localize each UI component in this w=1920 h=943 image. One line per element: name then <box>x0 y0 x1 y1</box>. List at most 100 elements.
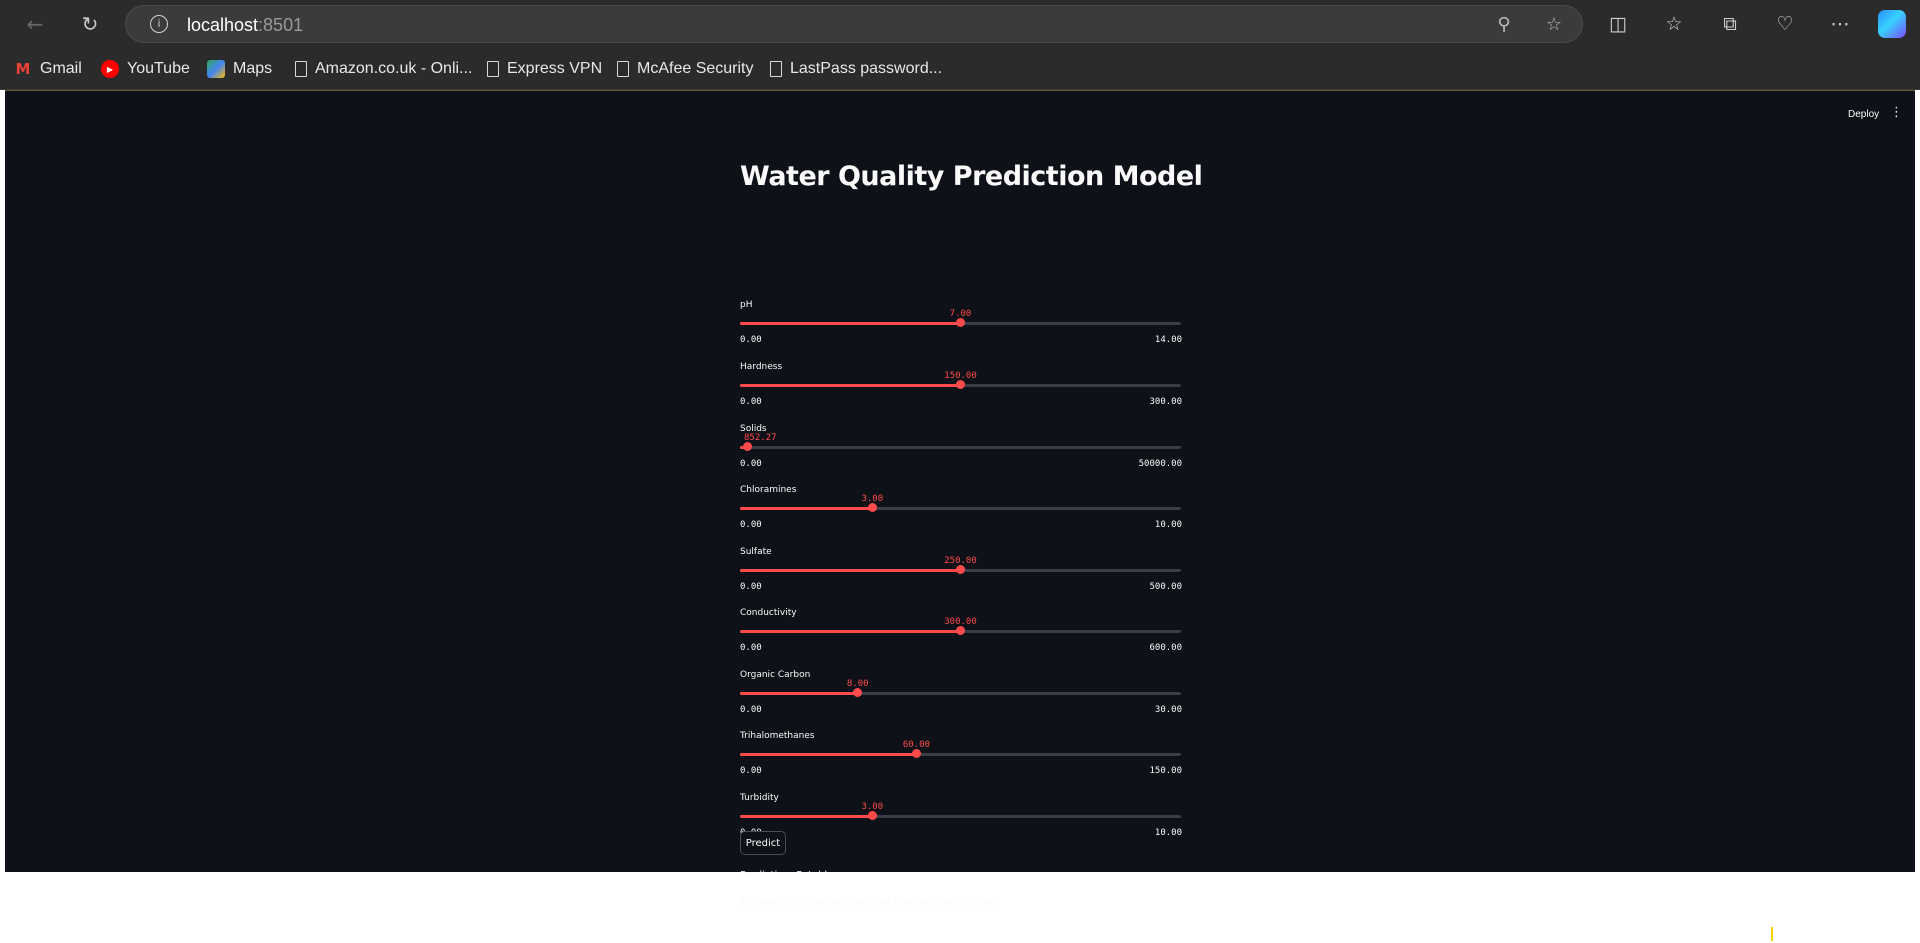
slider-organic-carbon: Organic Carbon 8.00 0.00 30.00 <box>740 670 1185 720</box>
slider-value: 250.00 <box>944 556 977 566</box>
slider-track[interactable]: 300.00 <box>740 617 1181 635</box>
url-host: localhost <box>187 15 259 35</box>
browser-toolbar: ← ↻ i localhost:8501 ⚲ ☆ ◫ ☆ ⧉ ♡ ⋯ <box>0 0 1920 49</box>
slider-label: Hardness <box>740 362 783 372</box>
slider-track[interactable]: 150.00 <box>740 371 1181 389</box>
slider-max: 14.00 <box>1154 335 1182 345</box>
bookmark-label: Gmail <box>40 60 82 77</box>
slider-label: Trihalomethanes <box>740 731 815 741</box>
slider-min: 0.00 <box>740 643 762 653</box>
slider-track[interactable]: 7.00 <box>740 309 1181 327</box>
url-text[interactable]: localhost:8501 <box>187 15 303 36</box>
slider-thumb[interactable] <box>867 811 877 820</box>
address-bar[interactable]: i localhost:8501 ⚲ ☆ <box>125 5 1583 43</box>
slider-value: 852.27 <box>744 433 777 443</box>
slider-max: 150.00 <box>1149 766 1182 776</box>
slider-min: 0.00 <box>740 459 762 469</box>
slider-thumb[interactable] <box>956 565 965 574</box>
split-screen-icon[interactable]: ◫ <box>1601 9 1635 39</box>
slider-chloramines: Chloramines 3.00 0.00 10.00 <box>740 485 1185 535</box>
slider-thumb[interactable] <box>911 749 921 758</box>
page-icon <box>487 61 499 77</box>
slider-max: 50000.00 <box>1138 459 1182 469</box>
page-title: Water Quality Prediction Model <box>740 161 1203 192</box>
bookmark-label: LastPass password... <box>790 60 943 77</box>
slider-thumb[interactable] <box>956 380 965 389</box>
favorites-icon[interactable]: ☆ <box>1657 9 1691 39</box>
slider-value: 8.00 <box>846 679 869 689</box>
collections-icon[interactable]: ⧉ <box>1713 9 1747 39</box>
favorite-star-icon[interactable]: ☆ <box>1541 11 1567 37</box>
bookmark-expressvpn[interactable]: Express VPN <box>484 58 602 80</box>
copilot-icon[interactable] <box>1878 10 1906 38</box>
slider-track[interactable]: 8.00 <box>740 679 1181 697</box>
slider-value: 60.00 <box>902 740 930 750</box>
slider-track[interactable]: 3.00 <box>740 802 1181 820</box>
youtube-icon: ▶ <box>101 60 119 78</box>
slider-thumb[interactable] <box>956 626 965 635</box>
bookmark-gmail[interactable]: M Gmail <box>14 58 82 80</box>
slider-fill <box>740 507 873 510</box>
back-icon[interactable]: ← <box>19 9 51 39</box>
slider-thumb[interactable] <box>867 503 877 512</box>
page-icon <box>617 61 629 77</box>
bookmark-label: YouTube <box>127 60 190 77</box>
slider-value: 300.00 <box>944 617 977 627</box>
slider-trihalomethanes: Trihalomethanes 60.00 0.00 150.00 <box>740 731 1185 781</box>
slider-conductivity: Conductivity 300.00 0.00 600.00 <box>740 608 1185 658</box>
maps-icon <box>207 60 225 78</box>
slider-thumb[interactable] <box>956 318 965 327</box>
bookmark-mcafee[interactable]: McAfee Security <box>614 58 753 80</box>
prediction-message: The water is pure and safe for human con… <box>740 897 1000 908</box>
slider-min: 0.00 <box>740 397 762 407</box>
slider-fill <box>740 322 961 325</box>
url-port: :8501 <box>258 15 304 35</box>
slider-max: 30.00 <box>1154 705 1182 715</box>
slider-fill <box>740 692 858 695</box>
slider-max: 10.00 <box>1154 520 1182 530</box>
slider-label: Sulfate <box>740 547 772 557</box>
slider-max: 300.00 <box>1149 397 1182 407</box>
bookmark-label: Maps <box>233 60 273 77</box>
browser-essentials-icon[interactable]: ♡ <box>1768 9 1802 39</box>
slider-track[interactable]: 60.00 <box>740 740 1181 758</box>
slider-fill <box>740 384 961 387</box>
site-info-icon[interactable]: i <box>150 15 168 33</box>
slider-max: 600.00 <box>1149 643 1182 653</box>
slider-fill <box>740 753 917 756</box>
slider-thumb[interactable] <box>853 688 863 697</box>
slider-ph: pH 7.00 0.00 14.00 <box>740 300 1185 350</box>
slider-label: Conductivity <box>740 608 797 618</box>
bookmark-lastpass[interactable]: LastPass password... <box>767 58 942 80</box>
slider-turbidity: Turbidity 3.00 0.00 10.00 <box>740 793 1185 843</box>
text-cursor-marker <box>1771 927 1773 941</box>
slider-label: Chloramines <box>740 485 797 495</box>
slider-label: Organic Carbon <box>740 670 811 680</box>
slider-min: 0.00 <box>740 335 762 345</box>
bookmark-label: Express VPN <box>507 60 603 77</box>
slider-track[interactable]: 3.00 <box>740 494 1181 512</box>
bookmark-maps[interactable]: Maps <box>207 58 272 80</box>
bookmark-youtube[interactable]: ▶ YouTube <box>101 58 190 80</box>
slider-label: Turbidity <box>740 793 779 803</box>
bookmark-amazon[interactable]: Amazon.co.uk - Onli... <box>292 58 472 80</box>
slider-track[interactable]: 250.00 <box>740 556 1181 574</box>
slider-hardness: Hardness 150.00 0.00 300.00 <box>740 362 1185 412</box>
slider-track[interactable]: 852.27 <box>740 433 1181 451</box>
slider-thumb[interactable] <box>742 442 752 451</box>
slider-fill <box>740 630 961 633</box>
predict-button[interactable]: Predict <box>740 831 786 855</box>
zoom-out-icon[interactable]: ⚲ <box>1491 11 1517 37</box>
reload-icon[interactable]: ↻ <box>74 9 106 39</box>
slider-label: pH <box>740 300 753 310</box>
more-options-icon[interactable]: ⋯ <box>1823 9 1857 39</box>
slider-min: 0.00 <box>740 520 762 530</box>
slider-fill <box>740 815 873 818</box>
deploy-button[interactable]: Deploy <box>1848 109 1879 120</box>
slider-value: 150.00 <box>944 371 977 381</box>
page-icon <box>295 61 307 77</box>
gmail-icon: M <box>15 60 31 78</box>
main-menu-icon[interactable]: ⋮ <box>1890 105 1903 120</box>
app-viewport: Deploy ⋮ Water Quality Prediction Model … <box>5 90 1915 908</box>
slider-sulfate: Sulfate 250.00 0.00 500.00 <box>740 547 1185 597</box>
